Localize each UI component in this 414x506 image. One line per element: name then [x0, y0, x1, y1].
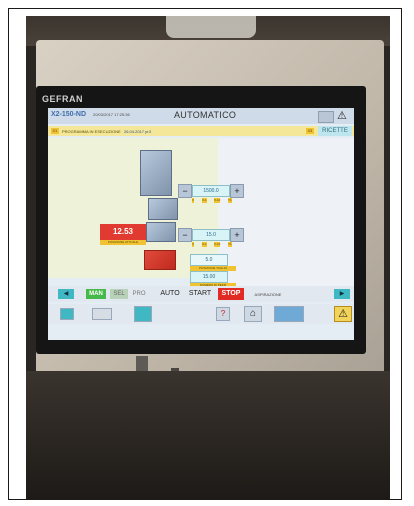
- speed-tag-4: Y1: [228, 198, 232, 203]
- count-value[interactable]: 15.00: [190, 271, 228, 283]
- lock-icon[interactable]: [60, 308, 74, 320]
- auto-button[interactable]: AUTO: [158, 288, 182, 300]
- second-tag-4: Y1: [228, 242, 232, 247]
- second-tag-2: X-1: [202, 242, 207, 247]
- top-bar: X2-150-ND 20/03/2017 17:25:36 AUTOMATICO…: [48, 108, 354, 124]
- grid-icon[interactable]: [274, 306, 304, 322]
- ceiling-light: [166, 16, 256, 38]
- photo: GEFRAN X2-150-ND 20/03/2017 17:25:36 AUT…: [26, 16, 390, 500]
- counter-value: 12.53: [100, 224, 146, 240]
- machine-name: X2-150-ND: [51, 111, 87, 118]
- selected-tool-icon[interactable]: [134, 306, 152, 322]
- right-empty-area: [218, 138, 354, 286]
- warning-triangle-icon[interactable]: ⚠: [337, 109, 347, 122]
- program-label: PROGRAMMA IN ESECUZIONE: [62, 129, 121, 134]
- second-plus-button[interactable]: +: [230, 228, 244, 242]
- hmi-screen: X2-150-ND 20/03/2017 17:25:36 AUTOMATICO…: [48, 108, 354, 340]
- pro-label: PRO: [132, 291, 146, 297]
- stop-button[interactable]: STOP: [218, 288, 244, 300]
- help-button[interactable]: ?: [216, 307, 230, 321]
- speed-plus-button[interactable]: +: [230, 184, 244, 198]
- mode-title: AUTOMATICO: [174, 110, 237, 120]
- start-button[interactable]: START: [186, 288, 214, 300]
- counter-label: POSIZIONE ATTUALE: [100, 240, 146, 245]
- machine-image-4: [144, 250, 176, 270]
- bottom-bar: ◀ MAN SEL PRO AUTO START STOP ASPIRAZION…: [48, 286, 354, 302]
- speed-value[interactable]: 1500.0: [192, 185, 230, 197]
- speed-minus-button[interactable]: −: [178, 184, 192, 198]
- speed-tag-2: X-1: [202, 198, 207, 203]
- lower-machine-area: [26, 371, 390, 500]
- home-icon[interactable]: ⌂: [244, 306, 262, 322]
- machine-image-1: [140, 150, 172, 196]
- machine-image-3: [146, 222, 176, 242]
- second-tag-3: X-10: [214, 242, 221, 247]
- position-value[interactable]: 5.0: [190, 254, 228, 266]
- program-tag-right: 03: [306, 128, 314, 134]
- speed-tag-1: X: [192, 198, 195, 203]
- left-arrow-button[interactable]: ◀: [58, 289, 74, 299]
- second-minus-button[interactable]: −: [178, 228, 192, 242]
- aspirazione-label[interactable]: ASPIRAZIONE: [248, 291, 288, 299]
- machine-image-2: [148, 198, 178, 220]
- second-value[interactable]: 15.0: [192, 229, 230, 241]
- sel-button[interactable]: SEL: [110, 289, 128, 299]
- recipes-button[interactable]: RICETTE: [318, 126, 352, 136]
- speed-tag-3: X-10: [214, 198, 221, 203]
- datetime: 20/03/2017 17:25:36: [93, 112, 130, 117]
- second-tag-1: X: [192, 242, 195, 247]
- brand-label: GEFRAN: [42, 94, 83, 104]
- man-button[interactable]: MAN: [86, 289, 106, 299]
- program-tag-left: 01: [51, 128, 59, 134]
- menu-box-button[interactable]: [318, 111, 334, 123]
- program-value: 26.04.2017 pr3: [124, 129, 151, 134]
- warning-triangle-icon[interactable]: ⚠: [334, 306, 352, 322]
- right-arrow-button[interactable]: ▶: [334, 289, 350, 299]
- blank-tool-icon[interactable]: [92, 308, 112, 320]
- bottom-row: ? ⌂ ⚠: [48, 304, 354, 324]
